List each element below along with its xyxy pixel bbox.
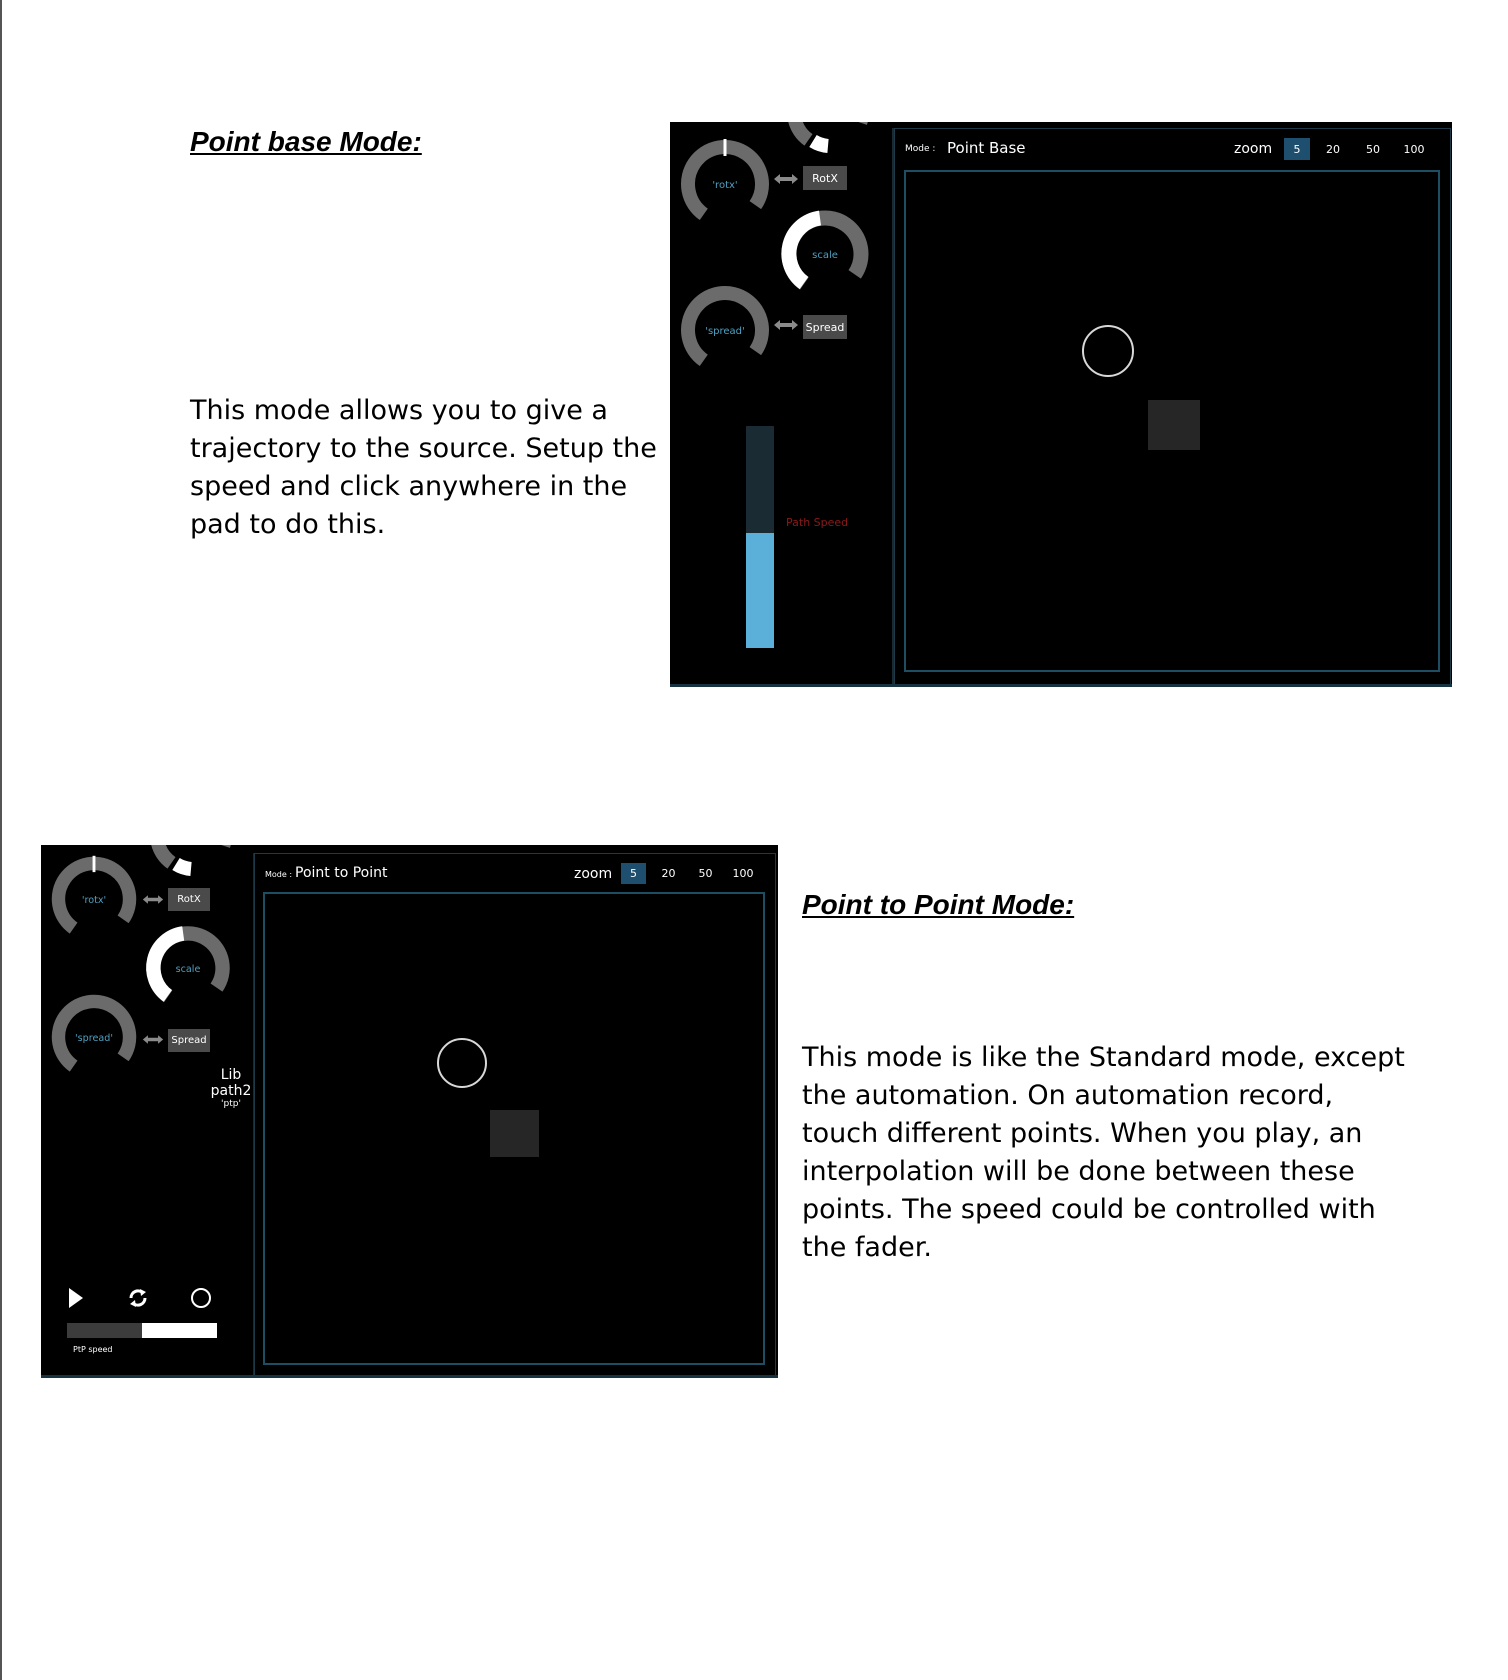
library-selector[interactable]: Lib path2 'ptp' <box>201 1067 261 1110</box>
heading-point-to-point: Point to Point Mode: <box>802 889 1075 920</box>
text-line: interpolation will be done between these <box>802 1156 1355 1187</box>
ptp-speed-slider[interactable] <box>67 1323 217 1338</box>
zoom-100-button[interactable]: 100 <box>727 863 759 884</box>
point-to-point-screenshot: 'rotx' RotX scale 'spread' Spread Lib pa… <box>41 845 778 1378</box>
link-arrow-icon <box>142 895 164 904</box>
mode-name[interactable]: Point Base <box>947 139 1026 157</box>
spread-knob[interactable]: 'spread' <box>46 989 142 1085</box>
mode-label: Mode : <box>265 870 293 879</box>
zoom-100-button[interactable]: 100 <box>1397 138 1431 160</box>
text-line: pad to do this. <box>190 509 386 540</box>
spread-tag[interactable]: Spread <box>168 1029 210 1052</box>
text-line: speed and click anywhere in the <box>190 471 628 502</box>
zoom-20-button[interactable]: 20 <box>656 863 681 884</box>
zoom-5-button[interactable]: 5 <box>621 863 646 884</box>
source-square[interactable] <box>1148 400 1200 450</box>
page-edge <box>0 0 2 1680</box>
path-speed-fader[interactable] <box>746 426 774 648</box>
rotx-knob[interactable]: 'rotx' <box>675 134 775 234</box>
spread-tag[interactable]: Spread <box>803 315 847 339</box>
loop-icon[interactable] <box>127 1287 149 1309</box>
scale-knob-label: scale <box>812 250 838 261</box>
lib-path: path2 <box>210 1083 252 1099</box>
partial-knob-top[interactable] <box>778 122 878 162</box>
path-speed-fader-fill <box>746 532 774 648</box>
ptp-speed-slider-fill <box>142 1323 217 1338</box>
lib-tag: 'ptp' <box>221 1099 241 1109</box>
pad-cursor-ring[interactable] <box>1082 325 1134 377</box>
point-to-point-description: This mode is like the Standard mode, exc… <box>802 1039 1442 1267</box>
rotx-knob[interactable]: 'rotx' <box>46 851 142 947</box>
zoom-20-button[interactable]: 20 <box>1320 138 1346 160</box>
scale-knob[interactable]: scale <box>140 920 236 1016</box>
point-base-description: This mode allows you to give a trajector… <box>190 392 660 544</box>
text-line: This mode allows you to give a <box>190 395 608 426</box>
text-line: trajectory to the source. Setup the <box>190 433 657 464</box>
point-base-screenshot: 'rotx' RotX scale 'spread' Spread Path S… <box>670 122 1452 687</box>
lib-label: Lib <box>220 1067 242 1083</box>
zoom-50-button[interactable]: 50 <box>1360 138 1386 160</box>
ptp-speed-label: PtP speed <box>73 1345 113 1354</box>
zoom-label: zoom <box>574 866 613 882</box>
play-icon[interactable] <box>67 1287 85 1309</box>
xy-pad[interactable] <box>904 170 1440 672</box>
zoom-5-button[interactable]: 5 <box>1284 138 1310 160</box>
rotx-knob-label: 'rotx' <box>82 895 106 906</box>
heading-point-base: Point base Mode: <box>190 126 422 157</box>
xy-pad[interactable] <box>263 892 765 1365</box>
rotx-tag[interactable]: RotX <box>803 166 847 190</box>
spread-knob-label: 'spread' <box>75 1033 113 1044</box>
text-line: the automation. On automation record, <box>802 1080 1334 1111</box>
rotx-tag[interactable]: RotX <box>168 888 210 911</box>
panel-bottom-edge <box>670 684 1452 687</box>
link-arrow-icon <box>142 1035 164 1044</box>
partial-knob-top[interactable] <box>141 845 241 885</box>
text-line: This mode is like the Standard mode, exc… <box>802 1042 1405 1073</box>
rotx-knob-label: 'rotx' <box>712 180 737 191</box>
scale-knob[interactable]: scale <box>775 204 875 304</box>
spread-knob[interactable]: 'spread' <box>675 280 775 380</box>
link-arrow-icon <box>774 174 798 184</box>
path-speed-label: Path Speed <box>786 516 849 529</box>
text-line: the fader. <box>802 1232 932 1263</box>
text-line: points. The speed could be controlled wi… <box>802 1194 1376 1225</box>
source-square[interactable] <box>490 1110 539 1157</box>
panel-bottom-edge <box>41 1375 778 1378</box>
mode-label: Mode : <box>905 144 936 154</box>
pad-cursor-ring[interactable] <box>437 1038 487 1088</box>
text-line: touch different points. When you play, a… <box>802 1118 1363 1149</box>
record-icon[interactable] <box>190 1287 212 1309</box>
scale-knob-label: scale <box>176 964 201 975</box>
mode-name[interactable]: Point to Point <box>295 865 387 881</box>
zoom-50-button[interactable]: 50 <box>693 863 718 884</box>
spread-knob-label: 'spread' <box>705 326 745 337</box>
link-arrow-icon <box>774 320 798 330</box>
zoom-label: zoom <box>1234 141 1273 157</box>
